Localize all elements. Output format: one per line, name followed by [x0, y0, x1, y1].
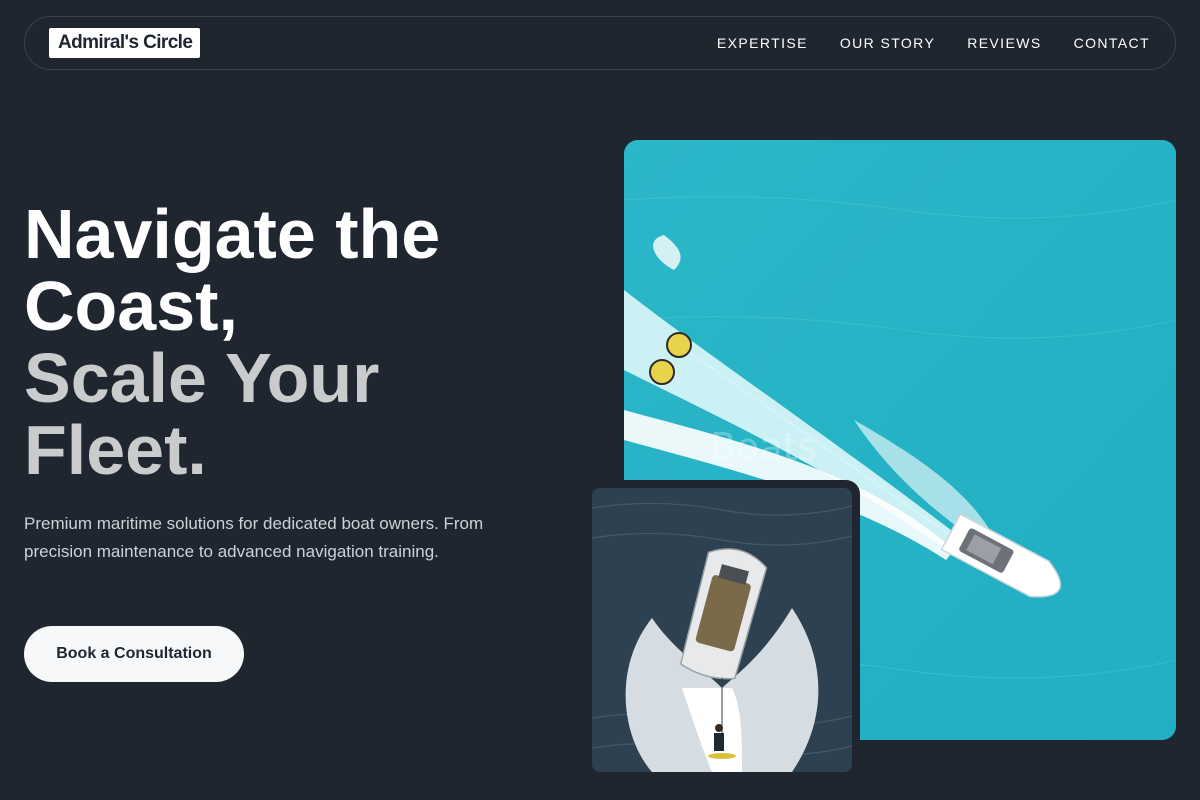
hero-subtext: Premium maritime solutions for dedicated…: [24, 514, 484, 561]
top-nav: Admiral's Circle EXPERTISE OUR STORY REV…: [24, 16, 1176, 70]
headline-line-2: Scale Your Fleet.: [24, 339, 380, 489]
nav-link-contact[interactable]: CONTACT: [1074, 35, 1150, 51]
brand-logo[interactable]: Admiral's Circle: [49, 28, 201, 58]
book-consultation-button[interactable]: Book a Consultation: [24, 626, 244, 682]
landing-page: Admiral's Circle EXPERTISE OUR STORY REV…: [0, 0, 1200, 800]
headline-line-1: Navigate the Coast,: [24, 195, 441, 345]
nav-link-reviews[interactable]: REVIEWS: [967, 35, 1041, 51]
wakeboard-illustration: [592, 488, 852, 772]
nav-link-expertise[interactable]: EXPERTISE: [717, 35, 808, 51]
hero-image-wakeboard: [592, 488, 852, 772]
image-watermark: Boats: [710, 425, 818, 469]
nav-link-our-story[interactable]: OUR STORY: [840, 35, 935, 51]
nav-links: EXPERTISE OUR STORY REVIEWS CONTACT: [717, 35, 1150, 51]
hero-headline: Navigate the Coast, Scale Your Fleet.: [24, 198, 544, 486]
